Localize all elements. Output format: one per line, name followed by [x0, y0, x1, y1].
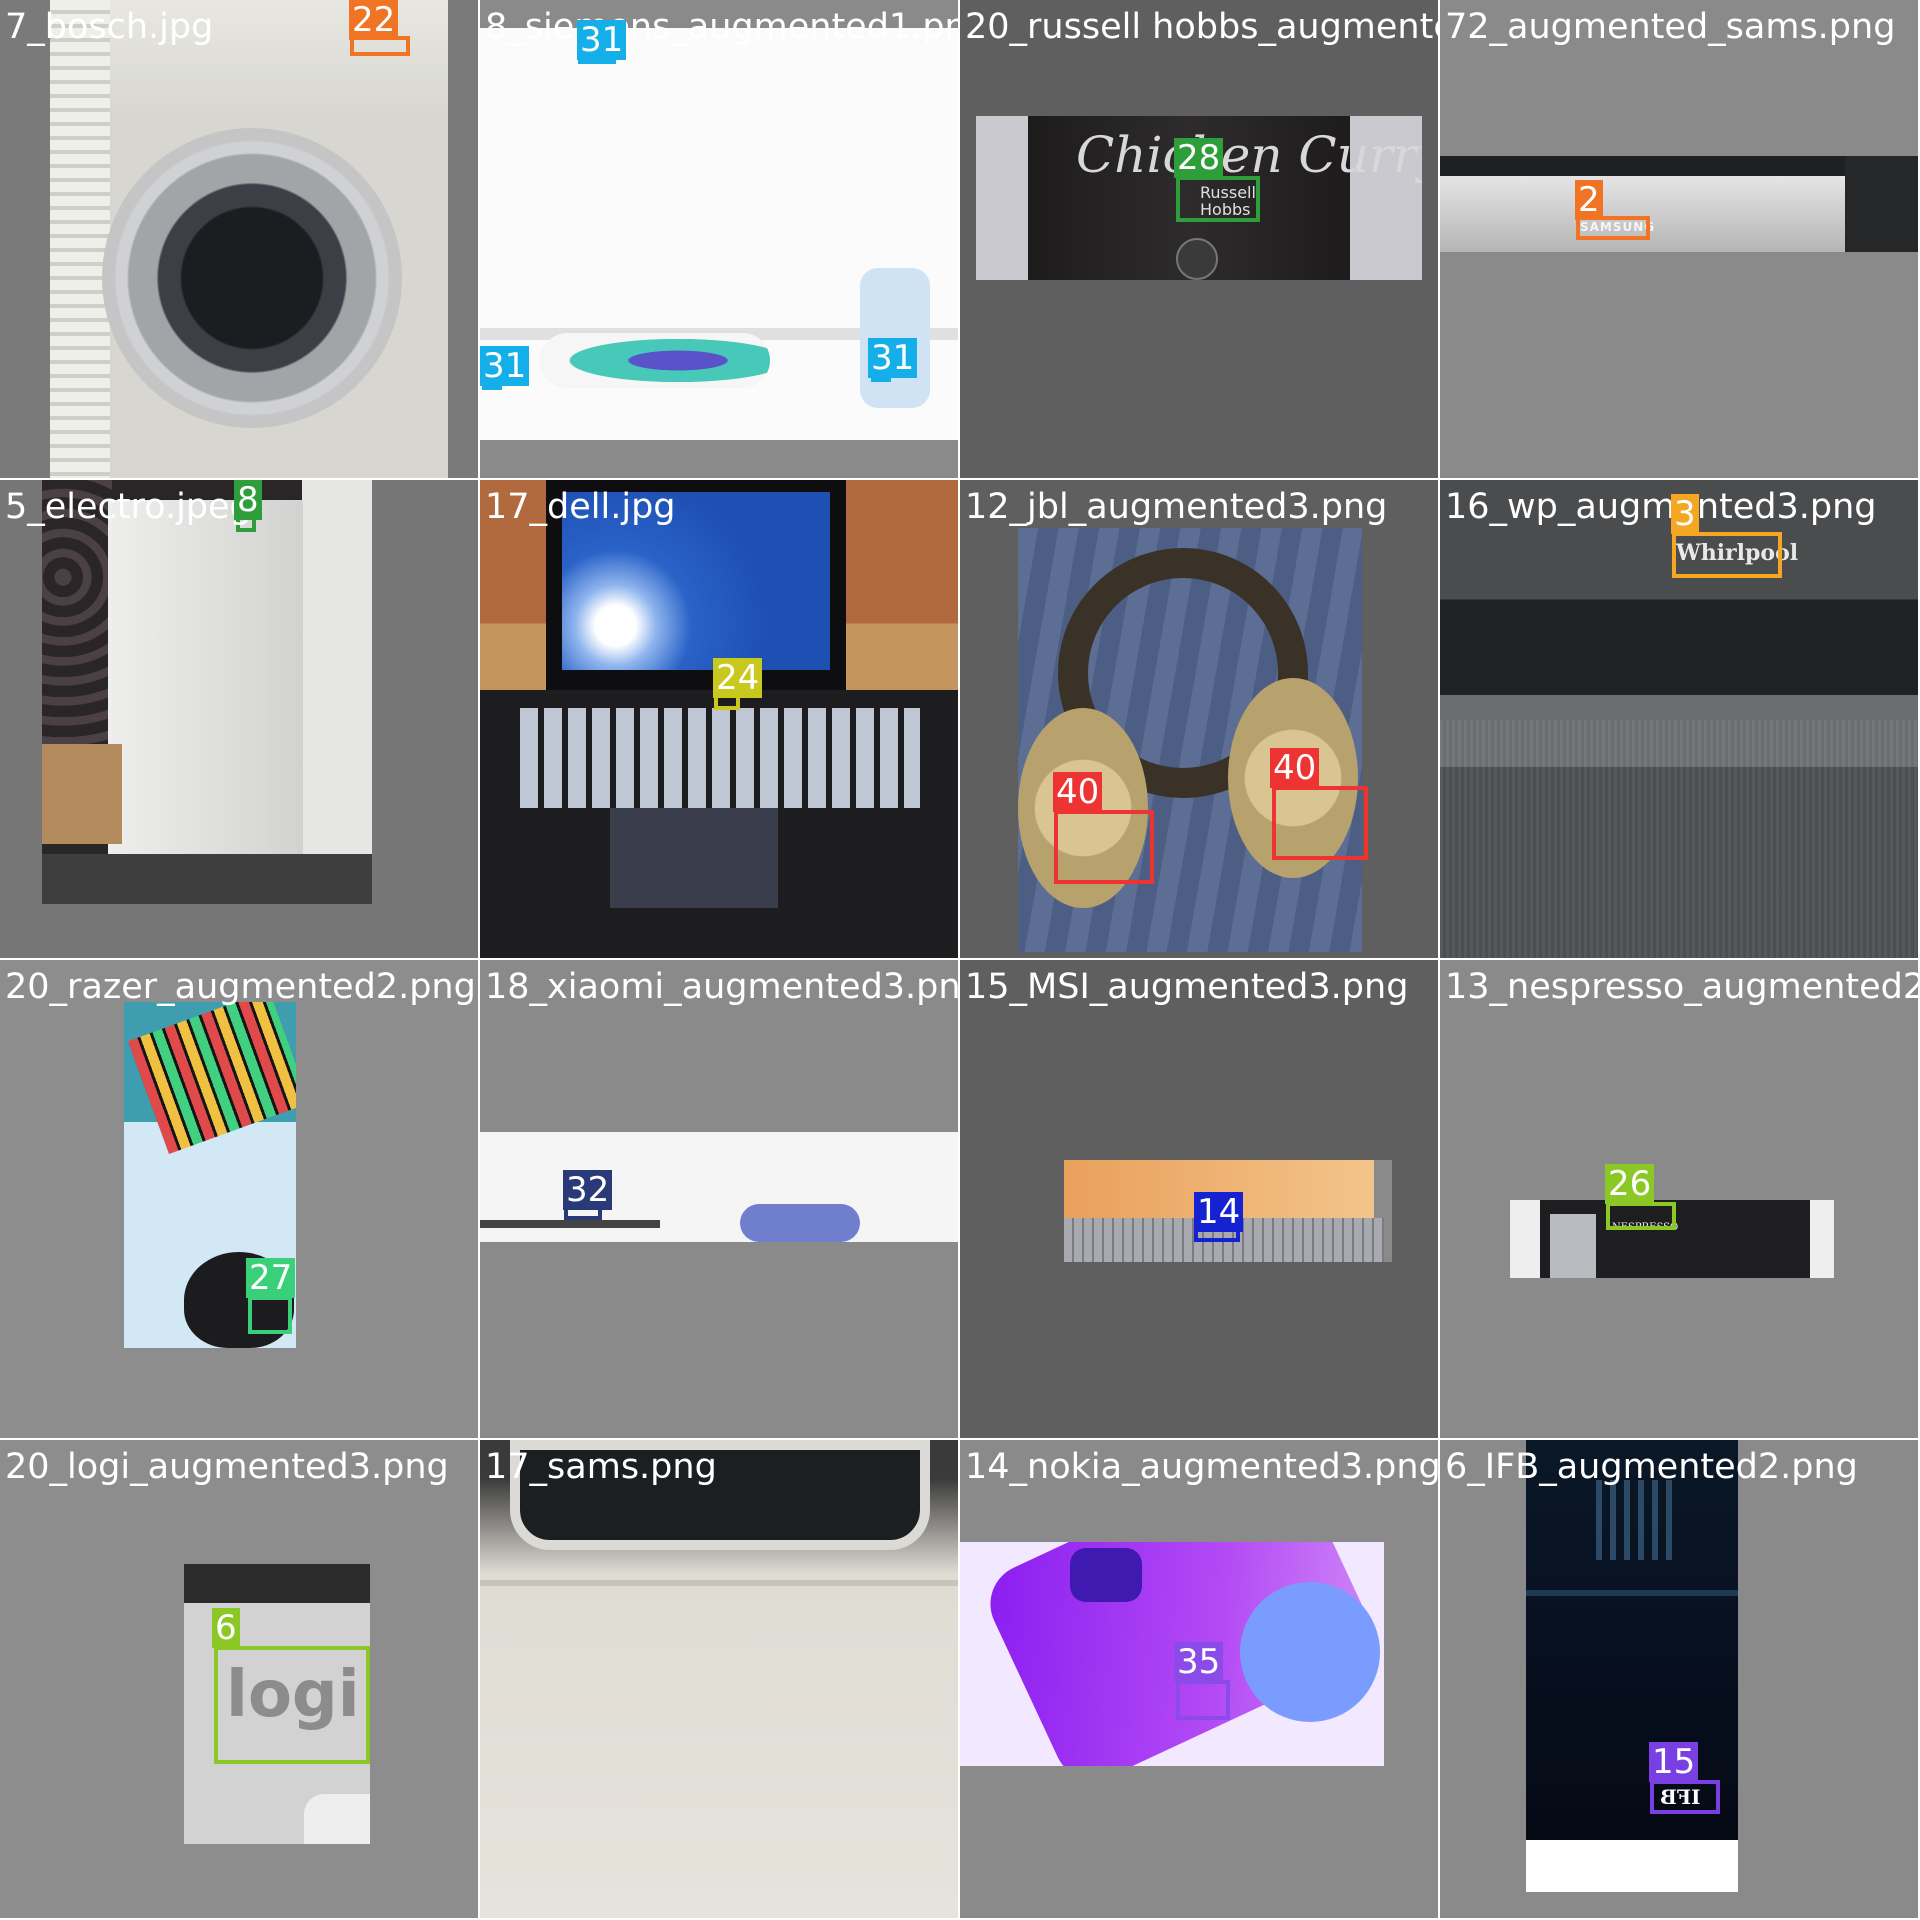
tile-filename: 18_xiaomi_augmented3.png [485, 967, 958, 1007]
tile-filename: 12_jbl_augmented3.png [965, 487, 1388, 527]
tile-filename: 72_augmented_sams.png [1445, 7, 1896, 47]
tile-xiaomi: 32 18_xiaomi_augmented3.png [480, 960, 958, 1438]
tile-whirlpool: Whirlpool 3 16_wp_augmented3.png [1440, 480, 1918, 958]
washer-photo [50, 0, 448, 478]
logo-box [1606, 1202, 1676, 1230]
class-label: 8 [234, 480, 262, 520]
tile-filename: 8_siemens_augmented1.png [485, 7, 958, 47]
class-label: 35 [1174, 1642, 1224, 1682]
headphones-photo [1018, 528, 1362, 952]
tile-nokia: 35 14_nokia_augmented3.png [960, 1440, 1438, 1918]
class-label: 15 [1649, 1742, 1699, 1782]
tile-russell-hobbs: Chicken Curry Russell Hobbs 28 20_russel… [960, 0, 1438, 478]
class-label: 31 [480, 346, 530, 386]
class-label: 31 [868, 338, 918, 378]
tile-ifb: IFB 15 6_IFB_augmented2.png [1440, 1440, 1918, 1918]
logo-box [1650, 1780, 1720, 1814]
class-label: 31 [577, 20, 627, 60]
tile-razer: 27 20_razer_augmented2.png [0, 960, 478, 1438]
class-label: 24 [713, 658, 763, 698]
tile-filename: 14_nokia_augmented3.png [965, 1447, 1438, 1487]
class-label: 26 [1605, 1164, 1655, 1204]
tile-filename: 16_wp_augmented3.png [1445, 487, 1877, 527]
class-label: 2 [1575, 180, 1603, 220]
mosaic-grid: 7_bosch.jpg 22 8_siemens_augmented1.png … [0, 0, 1920, 1920]
desk-photo [480, 1132, 958, 1242]
tile-samsung: SAMSUNG 2 72_augmented_sams.png [1440, 0, 1918, 478]
tile-filename: 5_electro.jpeg [5, 487, 252, 527]
class-label: 28 [1174, 138, 1224, 178]
logo-box [214, 1646, 370, 1764]
laptop-photo [480, 480, 958, 958]
tile-logi: logi 6 20_logi_augmented3.png [0, 1440, 478, 1918]
oven-panel-photo: SAMSUNG [1440, 156, 1918, 252]
tile-filename: 17_sams.png [485, 1447, 717, 1487]
tile-filename: 17_dell.jpg [485, 487, 676, 527]
class-label: 14 [1194, 1192, 1244, 1232]
tile-filename: 7_bosch.jpg [5, 7, 214, 47]
tile-filename: 20_russell hobbs_augmented2.png [965, 7, 1438, 47]
class-label: 40 [1270, 748, 1320, 788]
tile-sams-washer: 17_sams.png [480, 1440, 958, 1918]
logo-box [1176, 1680, 1230, 1720]
tile-jbl: 40 40 12_jbl_augmented3.png [960, 480, 1438, 958]
class-label: 27 [246, 1258, 296, 1298]
class-label: 32 [563, 1170, 613, 1210]
tile-filename: 20_logi_augmented3.png [5, 1447, 449, 1487]
tile-nespresso: NESPRESSO 26 13_nespresso_augmented2.png [1440, 960, 1918, 1438]
logo-box [1272, 786, 1368, 860]
logo-box [1672, 532, 1782, 578]
top-loader-photo [480, 1440, 958, 1918]
refrigerator-photo [42, 480, 372, 904]
class-label: 22 [349, 0, 399, 40]
tile-filename: 15_MSI_augmented3.png [965, 967, 1409, 1007]
tile-bosch: 7_bosch.jpg 22 [0, 0, 478, 478]
class-label: 40 [1053, 772, 1103, 812]
tile-filename: 6_IFB_augmented2.png [1445, 1447, 1858, 1487]
phone-photo [960, 1542, 1384, 1766]
logo-box [1176, 176, 1260, 222]
tile-siemens: 8_siemens_augmented1.png 31 31 31 [480, 0, 958, 478]
logo-box [248, 1296, 292, 1334]
tile-electrolux: 8 5_electro.jpeg [0, 480, 478, 958]
tile-msi: 14 15_MSI_augmented3.png [960, 960, 1438, 1438]
logo-box [1054, 810, 1154, 884]
class-label: 3 [1671, 494, 1699, 534]
tile-filename: 13_nespresso_augmented2.png [1445, 967, 1918, 1007]
dishwasher-photo: IFB [1526, 1440, 1738, 1892]
class-label: 6 [212, 1608, 240, 1648]
tile-filename: 20_razer_augmented2.png [5, 967, 476, 1007]
tile-dell: 24 17_dell.jpg [480, 480, 958, 958]
